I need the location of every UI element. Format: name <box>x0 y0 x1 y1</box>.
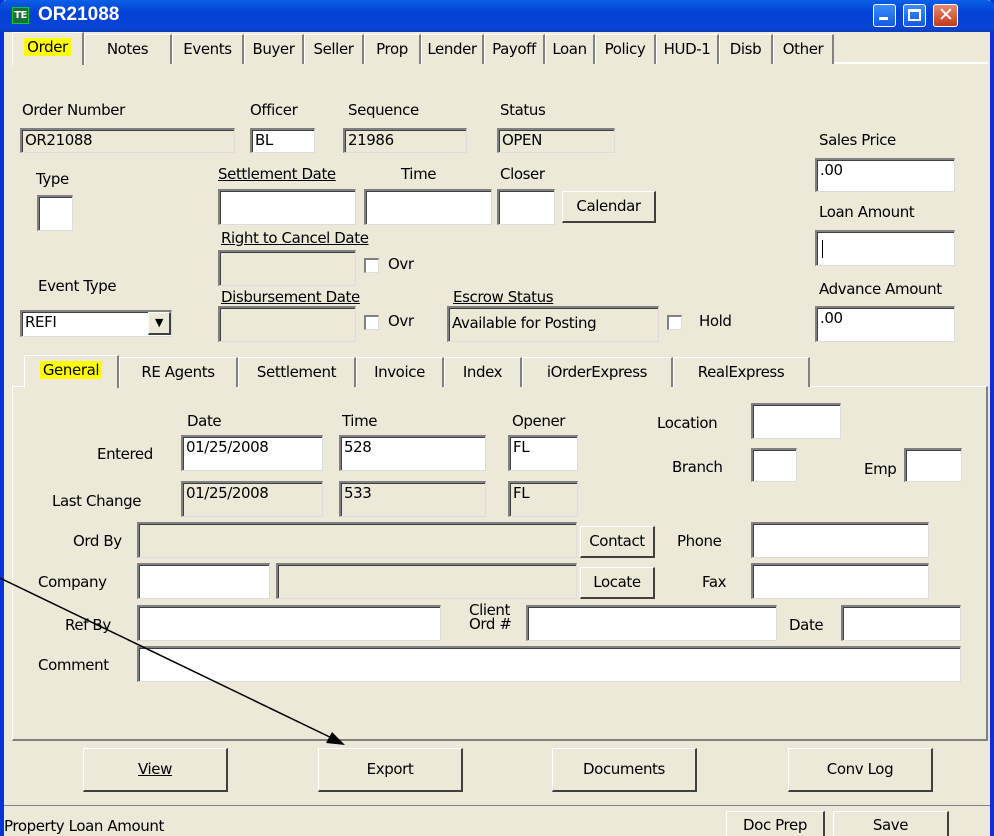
annotation-arrow <box>0 577 345 745</box>
